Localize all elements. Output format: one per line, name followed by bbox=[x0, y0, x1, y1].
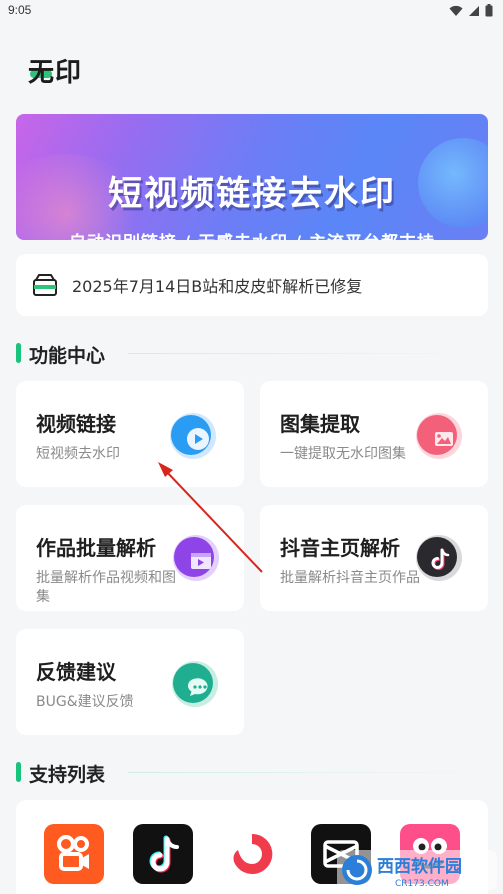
features-section-header: 功能中心 bbox=[16, 341, 488, 367]
weishi-logo-icon[interactable] bbox=[222, 824, 282, 884]
feature-desc: 批量解析抖音主页作品 bbox=[280, 570, 420, 586]
feature-card-feedback[interactable]: 反馈建议 BUG&建议反馈 bbox=[16, 629, 244, 735]
video-folder-icon bbox=[173, 535, 219, 581]
section-marker bbox=[16, 762, 21, 782]
section-marker bbox=[16, 343, 21, 363]
play-icon bbox=[170, 413, 216, 459]
feature-title: 抖音主页解析 bbox=[280, 536, 400, 560]
support-section-header: 支持列表 bbox=[16, 760, 488, 786]
kuaishou-logo-icon[interactable] bbox=[44, 824, 104, 884]
feature-title: 图集提取 bbox=[280, 412, 360, 436]
section-divider bbox=[128, 772, 488, 773]
tiktok-icon bbox=[416, 535, 462, 581]
app-title-block: 无印 bbox=[28, 52, 108, 88]
status-time: 9:05 bbox=[8, 3, 32, 17]
banner-heading: 短视频链接去水印 bbox=[108, 174, 396, 214]
feature-card-video-link[interactable]: 视频链接 短视频去水印 bbox=[16, 381, 244, 487]
douyin-logo-icon[interactable] bbox=[133, 824, 193, 884]
battery-icon bbox=[485, 4, 493, 17]
feature-card-image-extract[interactable]: 图集提取 一键提取无水印图集 bbox=[260, 381, 488, 487]
features-section-title: 功能中心 bbox=[29, 345, 106, 367]
watermark-site: CR173.COM bbox=[395, 879, 449, 889]
watermark-brand: 西西软件园 bbox=[377, 856, 462, 877]
feature-desc: 一键提取无水印图集 bbox=[280, 446, 406, 462]
notice-bar[interactable]: 2025年7月14日B站和皮皮虾解析已修复 bbox=[16, 254, 488, 316]
feature-title: 作品批量解析 bbox=[36, 536, 156, 560]
image-icon bbox=[416, 413, 462, 459]
feature-title: 反馈建议 bbox=[36, 660, 116, 684]
banner-subheading: 自动识别链接 / 无感去水印 / 主流平台都支持 bbox=[16, 228, 488, 240]
signal-icon bbox=[469, 5, 479, 16]
site-watermark: 西西软件园 CR173.COM bbox=[337, 850, 497, 890]
feature-desc: BUG&建议反馈 bbox=[36, 694, 134, 710]
support-section-title: 支持列表 bbox=[29, 764, 106, 786]
feature-desc: 批量解析作品视频和图集 bbox=[36, 570, 176, 605]
section-divider bbox=[128, 353, 488, 354]
promo-banner[interactable]: 短视频链接去水印 自动识别链接 / 无感去水印 / 主流平台都支持 bbox=[16, 114, 488, 240]
wifi-icon bbox=[449, 5, 463, 16]
feature-title: 视频链接 bbox=[36, 412, 116, 436]
feature-card-batch-parse[interactable]: 作品批量解析 批量解析作品视频和图集 bbox=[16, 505, 244, 611]
chat-icon bbox=[172, 661, 218, 707]
app-title: 无印 bbox=[28, 58, 83, 88]
feature-card-douyin-profile[interactable]: 抖音主页解析 批量解析抖音主页作品 bbox=[260, 505, 488, 611]
feature-desc: 短视频去水印 bbox=[36, 446, 120, 462]
notice-box-icon bbox=[33, 274, 57, 296]
notice-text: 2025年7月14日B站和皮皮虾解析已修复 bbox=[72, 277, 363, 296]
status-bar: 9:05 bbox=[0, 0, 503, 24]
status-icons bbox=[449, 4, 493, 17]
